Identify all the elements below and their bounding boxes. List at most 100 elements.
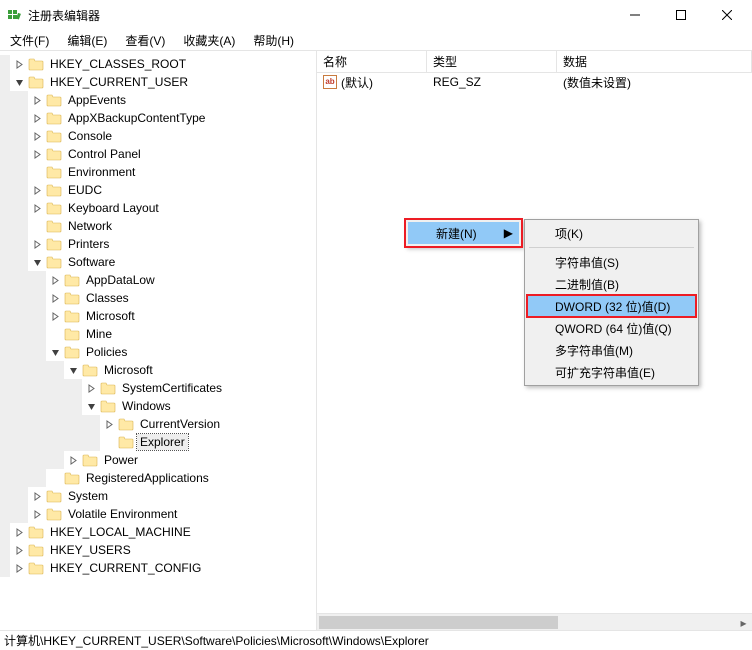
tree-node[interactable]: EUDC <box>0 181 316 199</box>
tree-node-label: HKEY_USERS <box>47 542 134 558</box>
chevron-right-icon[interactable] <box>30 111 44 125</box>
maximize-button[interactable] <box>658 0 704 30</box>
ctx-multi[interactable]: 多字符串值(M) <box>527 339 696 361</box>
tree-node-label: Printers <box>65 236 112 252</box>
tree-node[interactable]: Policies <box>0 343 316 361</box>
menu-edit[interactable]: 编辑(E) <box>61 30 113 51</box>
folder-icon <box>28 525 44 539</box>
ctx-expand[interactable]: 可扩充字符串值(E) <box>527 361 696 383</box>
ctx-key[interactable]: 项(K) <box>527 222 696 244</box>
chevron-right-icon[interactable] <box>12 561 26 575</box>
folder-icon <box>118 417 134 431</box>
chevron-right-icon[interactable] <box>30 201 44 215</box>
chevron-right-icon[interactable] <box>48 291 62 305</box>
tree-node[interactable]: AppXBackupContentType <box>0 109 316 127</box>
minimize-button[interactable] <box>612 0 658 30</box>
chevron-right-icon[interactable] <box>12 57 26 71</box>
menu-file[interactable]: 文件(F) <box>4 30 55 51</box>
tree-node[interactable]: AppDataLow <box>0 271 316 289</box>
tree-node[interactable]: Console <box>0 127 316 145</box>
menu-favorites[interactable]: 收藏夹(A) <box>177 30 241 51</box>
ctx-string[interactable]: 字符串值(S) <box>527 251 696 273</box>
value-data: (数值未设置) <box>563 74 631 91</box>
tree-node[interactable]: HKEY_LOCAL_MACHINE <box>0 523 316 541</box>
tree-node[interactable]: HKEY_CLASSES_ROOT <box>0 55 316 73</box>
chevron-right-icon[interactable] <box>102 417 116 431</box>
tree-node[interactable]: Keyboard Layout <box>0 199 316 217</box>
window-title: 注册表编辑器 <box>28 7 100 24</box>
chevron-down-icon[interactable] <box>84 399 98 413</box>
context-menu-new: 新建(N) ▶ <box>405 219 522 247</box>
ctx-new[interactable]: 新建(N) ▶ <box>408 222 519 244</box>
col-type[interactable]: 类型 <box>427 51 557 72</box>
chevron-down-icon[interactable] <box>48 345 62 359</box>
tree-node[interactable]: Microsoft <box>0 361 316 379</box>
menu-view[interactable]: 查看(V) <box>119 30 171 51</box>
tree-node[interactable]: Software <box>0 253 316 271</box>
col-data[interactable]: 数据 <box>557 51 752 72</box>
chevron-right-icon[interactable] <box>30 147 44 161</box>
folder-icon <box>46 507 62 521</box>
tree-node[interactable]: Printers <box>0 235 316 253</box>
tree-node[interactable]: Mine <box>0 325 316 343</box>
chevron-right-icon[interactable] <box>84 381 98 395</box>
chevron-right-icon[interactable] <box>66 453 80 467</box>
chevron-down-icon[interactable] <box>12 75 26 89</box>
scrollbar-thumb[interactable] <box>319 616 558 629</box>
list-header: 名称 类型 数据 <box>317 51 752 73</box>
chevron-down-icon[interactable] <box>66 363 80 377</box>
tree-node[interactable]: Control Panel <box>0 145 316 163</box>
chevron-right-icon[interactable] <box>30 237 44 251</box>
tree-node[interactable]: Explorer <box>0 433 316 451</box>
folder-icon <box>46 201 62 215</box>
context-submenu-new: 项(K) 字符串值(S) 二进制值(B) DWORD (32 位)值(D) QW… <box>524 219 699 386</box>
tree-node[interactable]: Classes <box>0 289 316 307</box>
chevron-right-icon[interactable] <box>30 183 44 197</box>
tree-node[interactable]: HKEY_USERS <box>0 541 316 559</box>
close-button[interactable] <box>704 0 750 30</box>
chevron-right-icon[interactable] <box>30 129 44 143</box>
col-name[interactable]: 名称 <box>317 51 427 72</box>
chevron-right-icon[interactable] <box>30 489 44 503</box>
tree-node[interactable]: Microsoft <box>0 307 316 325</box>
list-rows[interactable]: ab (默认) REG_SZ (数值未设置) 新建(N) ▶ 项(K) 字符串值… <box>317 73 752 613</box>
tree-node-label: Microsoft <box>83 308 138 324</box>
folder-icon <box>46 489 62 503</box>
tree-node[interactable]: CurrentVersion <box>0 415 316 433</box>
tree-node[interactable]: Volatile Environment <box>0 505 316 523</box>
folder-icon <box>46 237 62 251</box>
horizontal-scrollbar[interactable]: ▸ <box>317 613 752 630</box>
tree-node[interactable]: HKEY_CURRENT_USER <box>0 73 316 91</box>
chevron-right-icon[interactable] <box>30 93 44 107</box>
scrollbar-right-arrow[interactable]: ▸ <box>735 614 752 631</box>
chevron-right-icon[interactable] <box>48 273 62 287</box>
folder-icon <box>82 453 98 467</box>
chevron-right-icon[interactable] <box>48 309 62 323</box>
tree-node[interactable]: Windows <box>0 397 316 415</box>
tree-pane[interactable]: HKEY_CLASSES_ROOTHKEY_CURRENT_USERAppEve… <box>0 51 317 630</box>
tree-node[interactable]: System <box>0 487 316 505</box>
tree-node[interactable]: Network <box>0 217 316 235</box>
tree-node-label: System <box>65 488 111 504</box>
title-bar: 注册表编辑器 <box>0 0 752 30</box>
menu-help[interactable]: 帮助(H) <box>247 30 300 51</box>
folder-icon <box>46 93 62 107</box>
chevron-right-icon[interactable] <box>30 507 44 521</box>
ctx-dword[interactable]: DWORD (32 位)值(D) <box>527 295 696 317</box>
tree-node[interactable]: AppEvents <box>0 91 316 109</box>
tree-node[interactable]: RegisteredApplications <box>0 469 316 487</box>
chevron-right-icon[interactable] <box>12 525 26 539</box>
list-row-default[interactable]: ab (默认) REG_SZ (数值未设置) <box>317 73 752 91</box>
tree-node[interactable]: HKEY_CURRENT_CONFIG <box>0 559 316 577</box>
folder-icon <box>118 435 134 449</box>
tree-node[interactable]: SystemCertificates <box>0 379 316 397</box>
tree-node[interactable]: Environment <box>0 163 316 181</box>
ctx-binary[interactable]: 二进制值(B) <box>527 273 696 295</box>
chevron-right-icon[interactable] <box>12 543 26 557</box>
ctx-qword[interactable]: QWORD (64 位)值(Q) <box>527 317 696 339</box>
folder-icon <box>28 561 44 575</box>
tree-node[interactable]: Power <box>0 451 316 469</box>
tree-toggle-empty <box>48 327 62 341</box>
tree-node-label: HKEY_CURRENT_USER <box>47 74 191 90</box>
chevron-down-icon[interactable] <box>30 255 44 269</box>
